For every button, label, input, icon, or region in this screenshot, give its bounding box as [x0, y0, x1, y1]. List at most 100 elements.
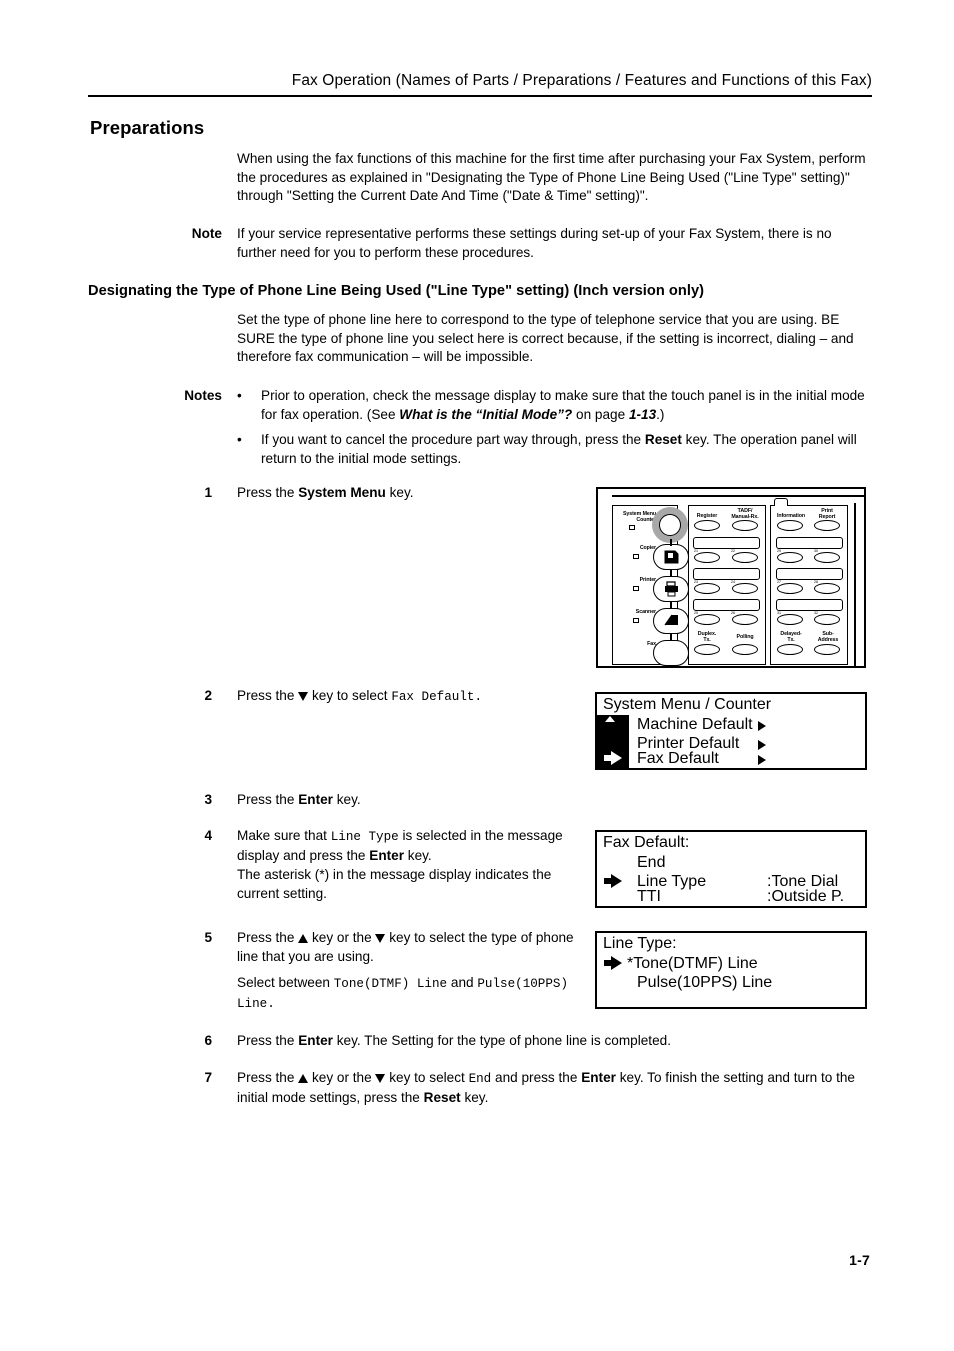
step-6-bold: Enter — [298, 1033, 333, 1048]
panel-connector-1 — [670, 539, 672, 546]
panel-tab — [774, 498, 788, 506]
step-5-p2b: and — [447, 975, 478, 990]
page-title: Preparations — [90, 117, 205, 138]
lcd-line-type: Line Type: *Tone(DTMF) Line Pulse(10PPS)… — [595, 931, 867, 1009]
selection-pointer-icon — [604, 751, 622, 765]
step-5-b: key or the — [308, 930, 376, 945]
step-number-1: 1 — [204, 485, 212, 500]
tadf-manual-rx-key[interactable] — [732, 520, 758, 531]
lcd-row-pulse-10pps[interactable]: Pulse(10PPS) Line — [637, 973, 772, 992]
onetouch-bar-3[interactable] — [693, 599, 760, 611]
step-number-3: 3 — [204, 792, 212, 807]
onetouch-key-24[interactable] — [732, 583, 758, 594]
subsection-heading: Designating the Type of Phone Line Being… — [88, 283, 705, 299]
fax-label: Fax — [647, 641, 656, 647]
lcd-value-tti: :Outside P. — [767, 888, 845, 905]
onetouch-key-30[interactable] — [814, 552, 840, 563]
step-text-6: Press the Enter key. The Setting for the… — [237, 1032, 877, 1051]
panel-top-rule — [612, 495, 864, 497]
lcd-row-tti[interactable]: TTI — [637, 887, 661, 906]
step-4-bold: Enter — [369, 847, 404, 863]
step-3-b: key. — [332, 792, 361, 807]
system-menu-led — [629, 525, 635, 530]
step-6-b: key. The Setting for the type of phone l… — [332, 1033, 671, 1048]
panel-connector-3 — [670, 602, 672, 609]
down-arrow-icon — [375, 934, 386, 943]
step-number-2: 2 — [204, 688, 212, 703]
submenu-arrow-icon — [758, 740, 766, 750]
onetouch-bar-1[interactable] — [693, 537, 760, 549]
onetouch-bar-5[interactable] — [776, 568, 843, 580]
step-1-b: key. — [385, 485, 414, 500]
step-7-c: key to select — [385, 1070, 469, 1085]
information-key[interactable] — [777, 520, 803, 531]
note-text: If your service representative performs … — [237, 226, 832, 260]
onetouch-key-26[interactable] — [732, 614, 758, 625]
scroll-up-icon — [605, 716, 615, 722]
onetouch-key-27[interactable] — [777, 583, 803, 594]
step-5-mono1: Tone(DTMF) Line — [333, 977, 448, 991]
copier-led — [633, 554, 639, 559]
duplex-tx-key[interactable] — [694, 644, 720, 655]
header-rule — [88, 95, 872, 97]
step-4-mono: Line Type — [330, 830, 399, 844]
onetouch-key-21[interactable] — [694, 552, 720, 563]
step-text-1: Press the System Menu key. — [237, 484, 577, 503]
printer-label: Printer — [639, 577, 656, 583]
selection-pointer-icon — [604, 956, 622, 970]
onetouch-key-29[interactable] — [777, 552, 803, 563]
fax-key[interactable] — [653, 640, 689, 666]
step-7-f: key. — [460, 1089, 489, 1105]
step-number-4: 4 — [204, 828, 212, 843]
step-number-5: 5 — [204, 930, 212, 945]
onetouch-key-22[interactable] — [732, 552, 758, 563]
onetouch-key-23[interactable] — [694, 583, 720, 594]
onetouch-key-25[interactable] — [694, 614, 720, 625]
step-7-mono: End — [468, 1072, 492, 1086]
lcd-row-fax-default[interactable]: Fax Default — [637, 749, 719, 768]
step-4-c: key. — [404, 847, 432, 863]
polling-key[interactable] — [732, 644, 758, 655]
printer-led — [633, 586, 639, 591]
onetouch-bar-4[interactable] — [776, 537, 843, 549]
lcd-row-machine-default[interactable]: Machine Default — [637, 715, 753, 734]
down-arrow-icon — [298, 692, 309, 701]
lcd-line-type-title: Line Type: — [603, 935, 677, 952]
onetouch-key-28[interactable] — [814, 583, 840, 594]
delayed-tx-key[interactable] — [777, 644, 803, 655]
notes-label: Notes — [184, 388, 222, 403]
information-label: Information — [776, 513, 806, 519]
step-text-3: Press the Enter key. — [237, 791, 577, 810]
sub-address-key[interactable] — [814, 644, 840, 655]
onetouch-key-32[interactable] — [814, 614, 840, 625]
intro-paragraph: When using the fax functions of this mac… — [237, 151, 866, 204]
onetouch-bar-6[interactable] — [776, 599, 843, 611]
polling-label: Polling — [736, 634, 754, 640]
subsection-paragraph: Set the type of phone line here to corre… — [237, 312, 854, 365]
notes-item-1-part3: .) — [656, 406, 665, 422]
step-text-4: Make sure that Line Type is selected in … — [237, 827, 585, 865]
copier-label: Copier — [639, 545, 656, 551]
step-text-2: Press the key to select Fax Default. — [237, 687, 577, 707]
system-menu-counter-key[interactable] — [659, 514, 681, 536]
up-arrow-icon — [298, 934, 309, 943]
note-label: Note — [191, 226, 222, 241]
bullet-marker: • — [237, 432, 242, 447]
print-report-label-line2: Report — [818, 513, 836, 520]
delayed-tx-label-line2: Tx. — [787, 636, 795, 643]
step-3-bold: Enter — [298, 792, 333, 807]
notes-item-2: If you want to cancel the procedure part… — [261, 431, 873, 468]
lcd-fax-default: Fax Default: End Line Type :Tone Dial TT… — [595, 830, 867, 908]
up-arrow-icon — [298, 1074, 309, 1083]
step-4-a: Make sure that — [237, 828, 331, 843]
onetouch-key-31[interactable] — [777, 614, 803, 625]
print-report-key[interactable] — [814, 520, 840, 531]
step-6-a: Press the — [237, 1033, 299, 1048]
register-key[interactable] — [694, 520, 720, 531]
step-4-note: The asterisk (*) in the message display … — [237, 867, 552, 901]
register-label: Register — [696, 513, 718, 519]
lcd-row-end[interactable]: End — [637, 853, 665, 872]
lcd-row-tone-dtmf[interactable]: *Tone(DTMF) Line — [627, 954, 758, 973]
notes-item-2-part1: If you want to cancel the procedure part… — [261, 432, 645, 447]
onetouch-bar-2[interactable] — [693, 568, 760, 580]
